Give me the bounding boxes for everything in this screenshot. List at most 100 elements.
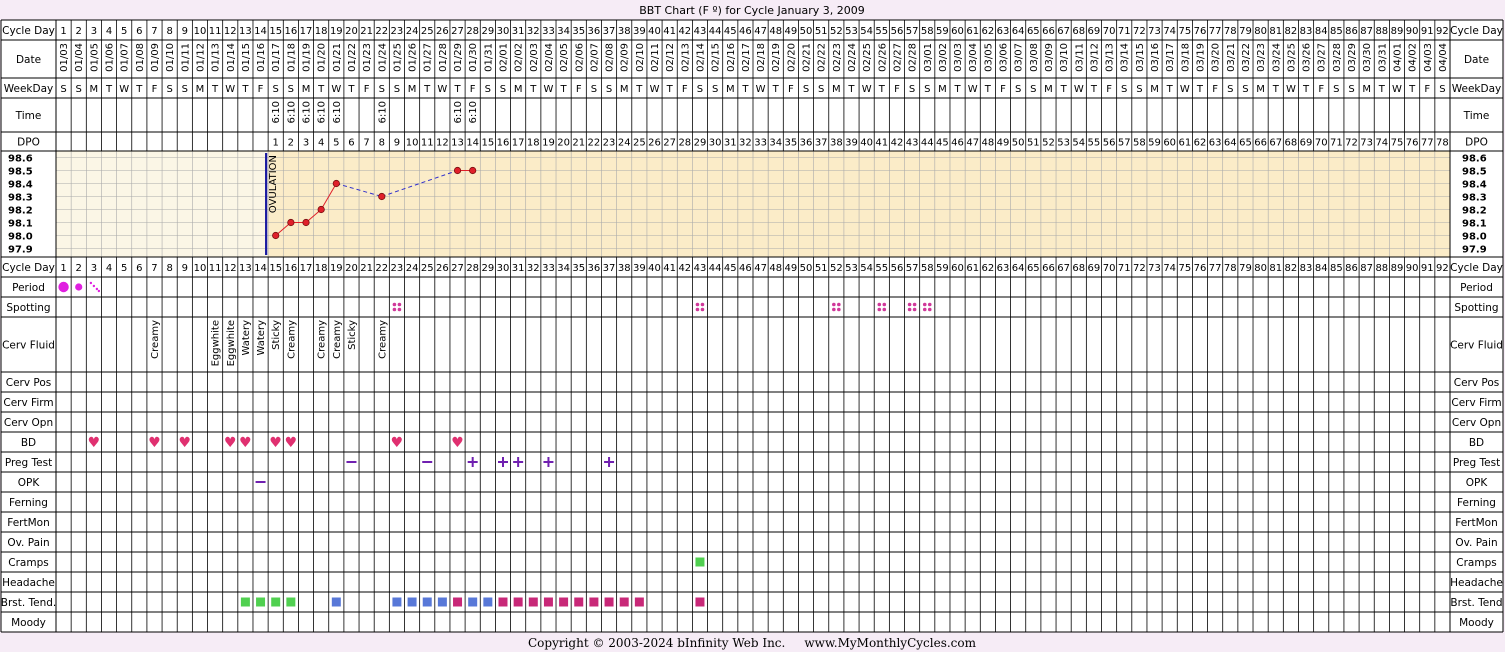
temp-point [272, 231, 280, 240]
weekday-letter: M [514, 84, 523, 95]
date-label: 03/28 [1332, 43, 1343, 72]
date-label: 03/27 [1317, 43, 1328, 72]
cycle-day-number: 35 [572, 263, 585, 274]
brst-tend-marker [392, 597, 402, 607]
cycle-day-number: 19 [330, 263, 343, 274]
cycle-day-number: 10 [194, 263, 207, 274]
cerv-fluid-label: Eggwhite [226, 320, 237, 366]
cycle-day-number: 39 [633, 26, 646, 37]
weekday-letter: M [1256, 84, 1265, 95]
cycle-day-number: 15 [269, 26, 282, 37]
cycle-day-number: 89 [1391, 263, 1404, 274]
spotting-dot [877, 307, 882, 312]
cycle-day-number: 88 [1375, 26, 1388, 37]
weekday-letter: W [544, 84, 554, 95]
dpo-number: 17 [512, 138, 525, 149]
weekday-letter: W [968, 84, 978, 95]
date-label: 04/01 [1392, 43, 1403, 72]
dpo-number: 75 [1391, 138, 1404, 149]
weekday-letter: S [1015, 84, 1021, 95]
dpo-number: 66 [1254, 138, 1267, 149]
period-spotting-dot [89, 281, 93, 285]
cycle-day-number: 72 [1133, 263, 1146, 274]
date-label: 03/02 [938, 43, 949, 72]
dpo-number: 18 [527, 138, 540, 149]
brst-tend-marker [589, 597, 599, 607]
cycle-day-number: 84 [1315, 263, 1328, 274]
cycle-day-number: 4 [106, 26, 112, 37]
date-label: 03/11 [1074, 43, 1085, 72]
brst-tend-marker [528, 597, 538, 607]
cycle-day-number: 80 [1254, 26, 1267, 37]
spotting-dot [837, 307, 841, 312]
y-tick-label-right: 98.5 [1462, 167, 1487, 178]
y-tick-label-left: 98.1 [8, 219, 33, 230]
date-label: 02/22 [817, 43, 828, 72]
weekday-letter: S [803, 84, 809, 95]
cycle-day-number: 41 [663, 263, 676, 274]
weekday-letter: F [1106, 84, 1112, 95]
cycle-day-number: 92 [1436, 26, 1449, 37]
cycle-day-number: 64 [1012, 263, 1025, 274]
cycle-day-number: 27 [451, 263, 464, 274]
cycle-day-number: 38 [618, 26, 631, 37]
row-label-left: Date [16, 54, 41, 66]
weekday-letter: S [818, 84, 824, 95]
time-label: 6:10 [302, 101, 313, 123]
row-label-left: Cerv Fluid [2, 340, 55, 352]
weekday-letter: S [1030, 84, 1036, 95]
date-label: 02/09 [620, 43, 631, 72]
weekday-letter: S [485, 84, 491, 95]
weekday-letter: M [1044, 84, 1053, 95]
bbt-chart: BBT Chart (F º) for Cycle January 3, 200… [0, 4, 1504, 650]
date-label: 02/15 [711, 43, 722, 72]
date-label: 02/17 [741, 43, 752, 72]
cycle-day-number: 68 [1072, 263, 1085, 274]
date-label: 01/12 [195, 43, 206, 72]
weekday-letter: F [364, 84, 370, 95]
cycle-day-number: 43 [694, 26, 707, 37]
cycle-day-number: 81 [1269, 26, 1282, 37]
weekday-letter: M [726, 84, 735, 95]
weekday-letter: W [1286, 84, 1296, 95]
weekday-letter: S [1121, 84, 1127, 95]
cycle-day-number: 1 [60, 263, 66, 274]
row-label-left: DPO [17, 137, 40, 149]
dpo-number: 37 [815, 138, 828, 149]
weekday-letter: S [166, 84, 172, 95]
cycle-day-number: 40 [648, 263, 661, 274]
weekday-letter: S [500, 84, 506, 95]
cycle-day-number: 47 [754, 26, 767, 37]
ovulation-label: OVULATION [268, 155, 279, 213]
dpo-number: 54 [1072, 138, 1085, 149]
weekday-letter: T [772, 84, 780, 95]
weekday-letter: W [756, 84, 766, 95]
cycle-day-number: 5 [121, 263, 127, 274]
cycle-day-number: 7 [151, 263, 157, 274]
dpo-number: 7 [363, 138, 369, 149]
period-spotting-dot [92, 284, 96, 288]
weekday-letter: T [847, 84, 855, 95]
dpo-number: 45 [936, 138, 949, 149]
temp-point [378, 192, 386, 201]
row-label-right: Cerv Opn [1452, 417, 1501, 429]
weekday-letter: T [453, 84, 461, 95]
cerv-fluid-label: Sticky [271, 320, 282, 350]
dpo-number: 71 [1330, 138, 1343, 149]
cycle-day-number: 42 [678, 263, 691, 274]
row-label-right: Period [1460, 282, 1493, 294]
cramps-marker [695, 557, 705, 567]
cycle-day-number: 32 [527, 26, 540, 37]
cycle-day-number: 9 [182, 26, 188, 37]
dpo-number: 59 [1148, 138, 1161, 149]
cycle-day-number: 73 [1148, 263, 1161, 274]
bd-heart-icon: ♥ [269, 435, 282, 451]
cycle-day-number: 18 [315, 263, 328, 274]
cycle-day-number: 43 [694, 263, 707, 274]
cycle-day-number: 49 [785, 26, 798, 37]
date-label: 02/01 [498, 43, 509, 72]
cycle-day-number: 92 [1436, 263, 1449, 274]
brst-tend-marker [407, 597, 417, 607]
spotting-dot [397, 302, 402, 307]
cycle-day-number: 25 [421, 26, 434, 37]
